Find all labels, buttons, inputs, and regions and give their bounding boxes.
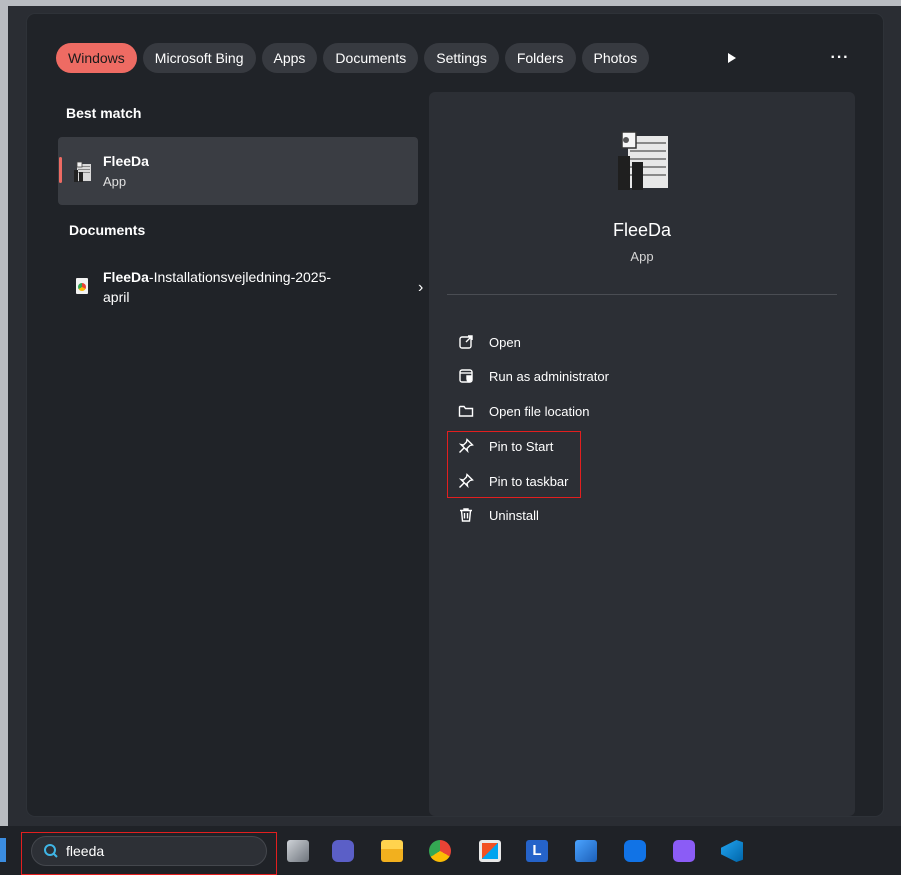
shield-window-icon: [457, 367, 475, 385]
taskbar-edge-indicator: [0, 838, 6, 862]
play-arrow-icon: [728, 53, 736, 63]
chrome-document-icon: [76, 278, 88, 294]
highlight-box-search: [21, 832, 277, 875]
uninstall-action[interactable]: Uninstall: [457, 503, 539, 527]
open-external-icon: [457, 333, 475, 351]
details-app-type: App: [630, 249, 654, 264]
filter-tabs: Windows Microsoft Bing Apps Documents Se…: [56, 43, 650, 73]
teamviewer-icon[interactable]: [624, 840, 646, 862]
teams-icon[interactable]: [332, 840, 354, 862]
document-title: FleeDa-Installationsvejledning-2025-apri…: [103, 267, 343, 307]
best-match-heading: Best match: [66, 105, 142, 121]
tab-settings[interactable]: Settings: [424, 43, 499, 73]
best-match-name: FleeDa: [103, 153, 149, 169]
tab-photos[interactable]: Photos: [581, 43, 650, 73]
tab-documents[interactable]: Documents: [323, 43, 419, 73]
chevron-right-icon[interactable]: ›: [418, 279, 423, 297]
tab-windows[interactable]: Windows: [56, 43, 137, 73]
tab-folders[interactable]: Folders: [504, 43, 576, 73]
task-view-icon[interactable]: [287, 840, 309, 862]
document-title-match: FleeDa: [103, 269, 149, 285]
fleeda-app-large-icon: [618, 131, 668, 190]
folder-icon: [457, 402, 475, 420]
best-match-result[interactable]: FleeDa App: [58, 137, 418, 205]
tab-microsoft-bing[interactable]: Microsoft Bing: [142, 43, 256, 73]
microsoft-store-icon[interactable]: [479, 840, 501, 862]
run-as-admin-action[interactable]: Run as administrator: [457, 364, 609, 388]
details-divider: [447, 294, 837, 295]
details-app-name: FleeDa: [612, 220, 672, 240]
run-as-admin-label: Run as administrator: [489, 368, 609, 384]
best-match-type: App: [103, 174, 127, 189]
more-options-button[interactable]: ···: [825, 43, 855, 73]
l-app-icon[interactable]: L: [526, 840, 548, 862]
search-panel: Windows Microsoft Bing Apps Documents Se…: [27, 14, 883, 816]
tab-apps[interactable]: Apps: [261, 43, 318, 73]
selection-indicator: [59, 157, 62, 183]
remote-desktop-icon[interactable]: [575, 840, 597, 862]
open-file-location-action[interactable]: Open file location: [457, 399, 589, 423]
open-action[interactable]: Open: [457, 330, 521, 354]
file-explorer-icon[interactable]: [381, 840, 403, 862]
highlight-box-pin-actions: [447, 431, 581, 498]
open-label: Open: [489, 334, 521, 350]
document-result[interactable]: FleeDa-Installationsvejledning-2025-apri…: [58, 257, 423, 317]
more-filters-button[interactable]: [717, 43, 747, 73]
uninstall-label: Uninstall: [489, 507, 539, 523]
chrome-icon[interactable]: [429, 840, 451, 862]
purple-app-icon[interactable]: [673, 840, 695, 862]
open-file-location-label: Open file location: [489, 403, 590, 419]
trash-icon: [457, 506, 475, 524]
documents-heading: Documents: [69, 222, 146, 238]
fleeda-app-icon: [74, 161, 91, 182]
details-pane: FleeDa App Open Run as administrator Ope…: [429, 92, 855, 816]
